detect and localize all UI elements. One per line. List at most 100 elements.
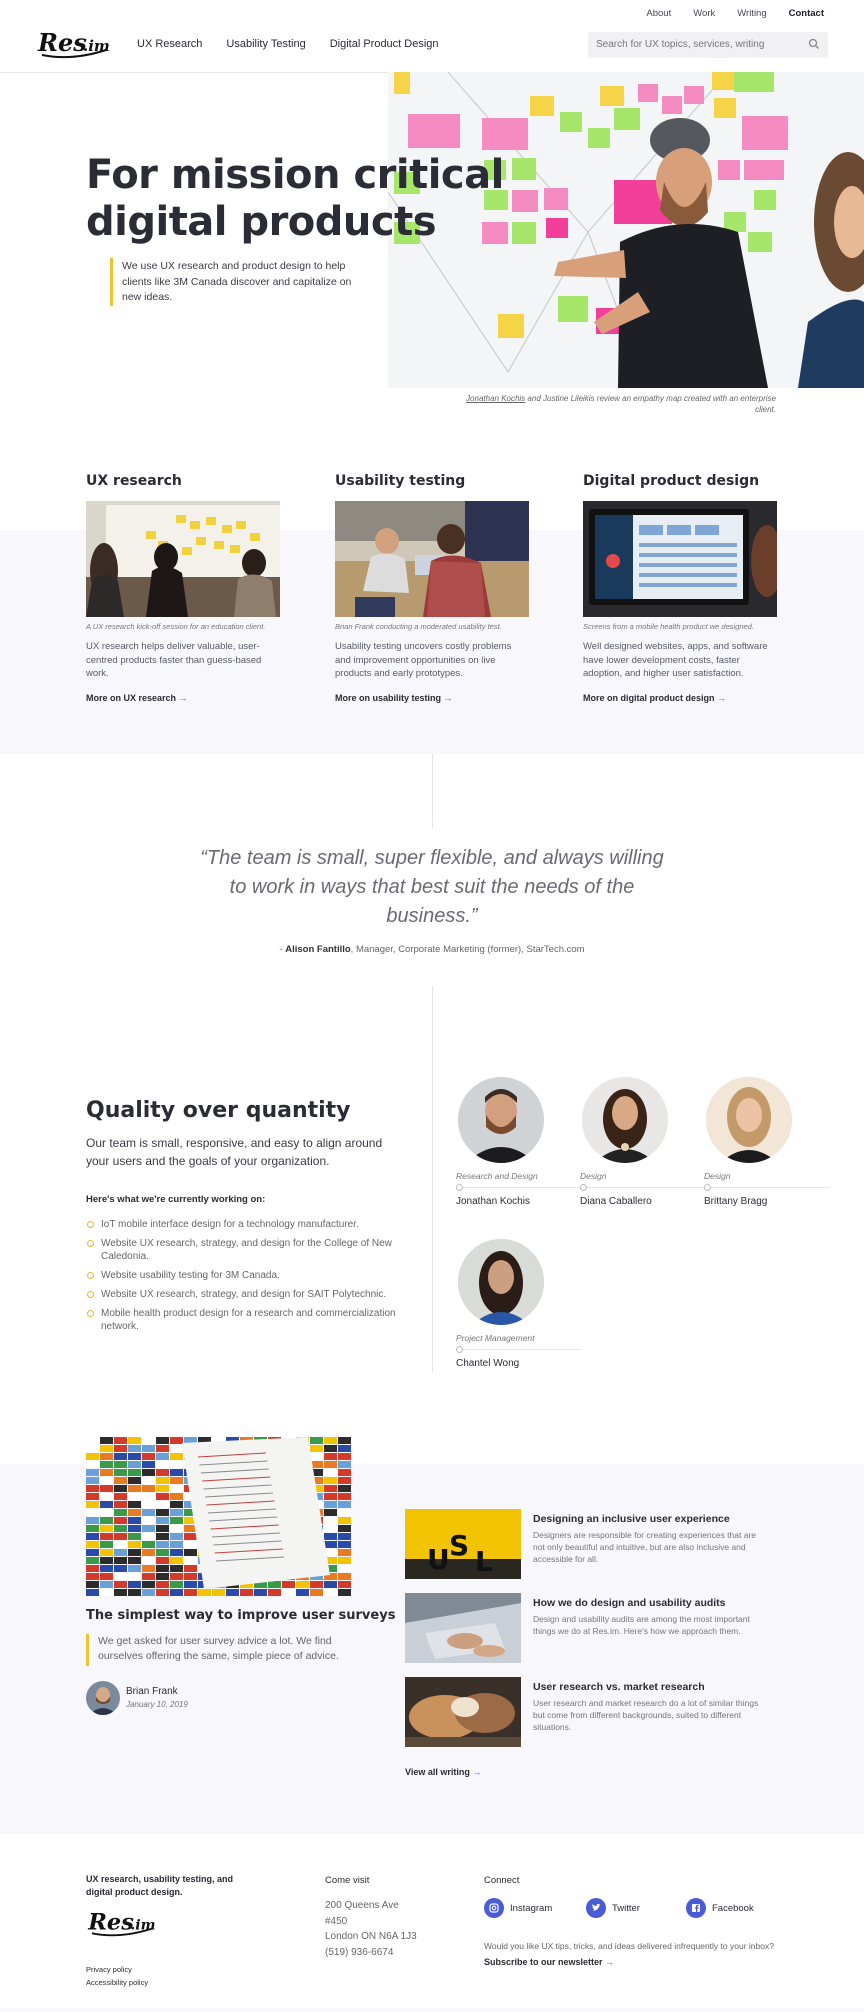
post-item[interactable]: User research vs. market research User r… (405, 1677, 835, 1747)
arrow-right-icon: → (717, 692, 727, 703)
newsletter-label: Subscribe to our newsletter (484, 1957, 603, 1967)
hero-title-line-1: For mission critical (86, 152, 504, 198)
service-description: UX research helps deliver valuable, user… (86, 641, 262, 679)
view-all-writing-link[interactable]: View all writing → (405, 1767, 481, 1777)
section-divider (432, 754, 433, 828)
hero-title: For mission critical digital products (86, 152, 506, 246)
list-item: Mobile health product design for a resea… (86, 1307, 406, 1333)
nav-work[interactable]: Work (693, 8, 715, 19)
service-ux-research: UX research A UX research kick-off sessi… (86, 473, 280, 706)
footer-address: 200 Queens Ave #450 London ON N6A 1J3 (5… (325, 1898, 417, 1960)
member-name: Diana Caballero (580, 1196, 652, 1207)
address-line: #450 (325, 1915, 348, 1927)
facebook-label: Facebook (712, 1902, 754, 1914)
search-input[interactable]: Search for UX topics, services, writing (588, 32, 828, 58)
nav-digital-product-design[interactable]: Digital Product Design (330, 38, 439, 50)
nav-ux-research[interactable]: UX Research (137, 38, 202, 50)
timeline-marker (456, 1345, 582, 1354)
search-placeholder: Search for UX topics, services, writing (596, 39, 765, 50)
arrow-right-icon: → (443, 692, 453, 703)
team-member[interactable]: Design Brittany Bragg (704, 1077, 830, 1207)
member-role: Design (704, 1171, 731, 1181)
service-image (86, 501, 280, 617)
view-all-label: View all writing (405, 1767, 470, 1777)
svg-text:S: S (449, 1529, 469, 1562)
service-more-link[interactable]: More on UX research → (86, 693, 188, 703)
author-name: Brian Frank (126, 1686, 178, 1697)
post-date: January 10, 2019 (126, 1700, 188, 1709)
working-on-list: IoT mobile interface design for a techno… (86, 1218, 406, 1339)
nav-about[interactable]: About (646, 8, 671, 19)
nav-writing[interactable]: Writing (737, 8, 766, 19)
privacy-policy-link[interactable]: Privacy policy (86, 1963, 148, 1976)
newsletter-subscribe-link[interactable]: Subscribe to our newsletter → (484, 1957, 614, 1967)
team-member[interactable]: Research and Design Jonathan Kochis (456, 1077, 582, 1207)
avatar (706, 1077, 792, 1163)
service-more-label: More on UX research (86, 692, 177, 703)
author-avatar (86, 1681, 120, 1715)
avatar (458, 1239, 544, 1325)
twitter-link[interactable]: Twitter (586, 1898, 640, 1918)
service-caption: A UX research kick-off session for an ed… (86, 622, 266, 631)
service-caption: Screens from a mobile health product we … (583, 622, 754, 631)
post-excerpt: Designers are responsible for creating e… (533, 1530, 757, 1564)
service-more-link[interactable]: More on usability testing → (335, 693, 453, 703)
list-item: Website UX research, strategy, and desig… (86, 1288, 406, 1301)
post-item[interactable]: SUL Designing an inclusive user experien… (405, 1509, 835, 1579)
phone-number[interactable]: (519) 936-6674 (325, 1945, 417, 1961)
hero-title-line-2: digital products (86, 199, 437, 245)
footer-logo[interactable]: Res .im (86, 1908, 156, 1938)
search-icon[interactable] (808, 38, 820, 50)
member-role: Project Management (456, 1333, 535, 1343)
instagram-link[interactable]: Instagram (484, 1898, 552, 1918)
service-description: Well designed websites, apps, and softwa… (583, 641, 768, 679)
post-thumbnail: SUL (405, 1509, 521, 1579)
hero-subtitle: We use UX research and product design to… (122, 260, 352, 303)
post-item[interactable]: How we do design and usability audits De… (405, 1593, 835, 1663)
footer-tagline: UX research, usability testing, and digi… (86, 1874, 234, 1897)
brand-logo-mark: Res .im (37, 28, 110, 59)
featured-highlight-bar (86, 1634, 89, 1666)
featured-post-title[interactable]: The simplest way to improve user surveys (86, 1608, 395, 1623)
timeline-marker (580, 1183, 706, 1192)
arrow-right-icon: → (605, 1957, 615, 1967)
brand-logo[interactable]: Res .im (36, 28, 110, 60)
post-title: How we do design and usability audits (533, 1597, 726, 1609)
connect-heading: Connect (484, 1875, 520, 1886)
service-more-link[interactable]: More on digital product design → (583, 693, 726, 703)
svg-text:U: U (427, 1543, 450, 1576)
svg-text:Res: Res (37, 28, 87, 57)
testimonial-quote: “The team is small, super flexible, and … (200, 847, 664, 927)
footer-bottom-band (0, 2008, 864, 2012)
post-thumbnail (405, 1593, 521, 1663)
main-nav: UX Research Usability Testing Digital Pr… (137, 38, 439, 50)
team-divider (432, 986, 433, 1372)
hero-caption-link[interactable]: Jonathan Kochis (466, 394, 525, 403)
address-line: London ON N6A 1J3 (325, 1931, 417, 1942)
facebook-icon (686, 1898, 706, 1918)
service-caption: Brian Frank conducting a moderated usabi… (335, 622, 502, 631)
service-title: Usability testing (335, 473, 466, 489)
visit-heading: Come visit (325, 1875, 370, 1886)
post-excerpt: User research and market research do a l… (533, 1698, 759, 1732)
instagram-icon (484, 1898, 504, 1918)
hero-highlight-bar (110, 258, 113, 306)
top-nav: About Work Writing Contact (646, 8, 824, 19)
post-thumbnail (405, 1677, 521, 1747)
service-title: UX research (86, 473, 182, 489)
arrow-right-icon: → (472, 1767, 482, 1777)
service-title: Digital product design (583, 473, 760, 489)
team-member[interactable]: Project Management Chantel Wong (456, 1239, 582, 1369)
post-title: User research vs. market research (533, 1681, 705, 1693)
service-description: Usability testing uncovers costly proble… (335, 641, 512, 679)
accessibility-policy-link[interactable]: Accessibility policy (86, 1976, 148, 1989)
attribution-role: , Manager, Corporate Marketing (former),… (350, 944, 585, 955)
featured-post-image[interactable] (86, 1437, 352, 1597)
facebook-link[interactable]: Facebook (686, 1898, 754, 1918)
member-name: Chantel Wong (456, 1358, 520, 1369)
team-member[interactable]: Design Diana Caballero (580, 1077, 706, 1207)
service-more-label: More on usability testing (335, 692, 442, 703)
svg-text:L: L (475, 1545, 493, 1578)
nav-usability-testing[interactable]: Usability Testing (226, 38, 305, 50)
nav-contact[interactable]: Contact (789, 8, 824, 19)
